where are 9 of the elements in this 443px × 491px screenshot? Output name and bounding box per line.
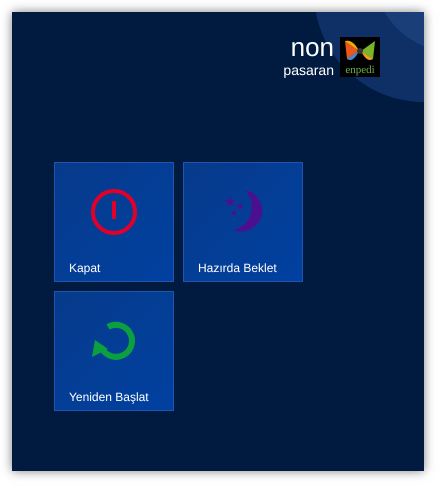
moon-stars-icon xyxy=(223,188,263,234)
logo-text: enpedi xyxy=(345,64,375,77)
power-icon xyxy=(90,188,138,236)
user-first-name: non xyxy=(290,33,334,61)
power-option-tile[interactable]: Yeniden Başlat xyxy=(54,291,174,411)
power-option-tile[interactable]: Hazırda Beklet xyxy=(183,162,303,282)
power-option-tile[interactable]: Kapat xyxy=(54,162,174,282)
flower-icon xyxy=(343,39,377,63)
user-last-name: pasaran xyxy=(283,62,334,78)
